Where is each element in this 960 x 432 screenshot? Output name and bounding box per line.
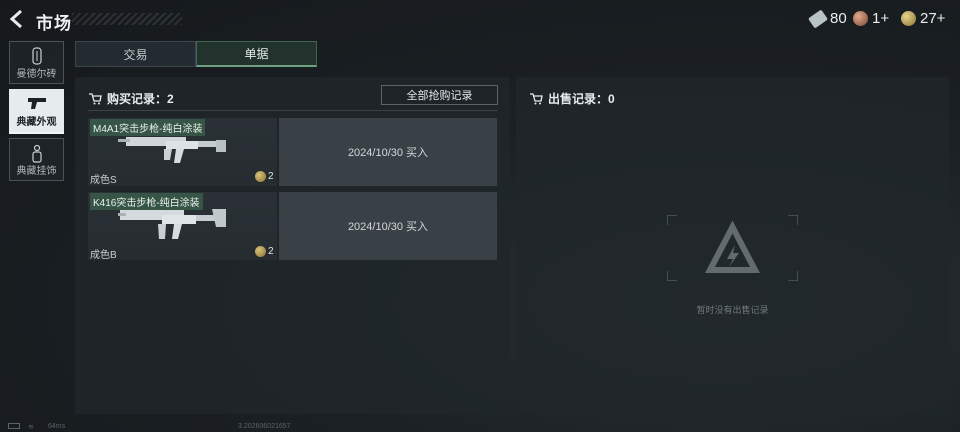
empty-state-logo-icon [667, 215, 798, 281]
sidebar-item-collection-skin[interactable]: 典藏外观 [9, 89, 64, 132]
back-arrow-icon[interactable] [8, 9, 26, 29]
purchase-header: 购买记录：2 [89, 90, 174, 107]
ping-text: 64ms [48, 423, 66, 430]
battery-icon [8, 423, 20, 429]
sidebar-item-label: 典藏外观 [16, 117, 57, 128]
record-date: 2024/10/30 买入 [279, 118, 497, 186]
sidebar-item-brick[interactable]: 曼德尔砖 [9, 41, 64, 84]
all-snipe-records-button[interactable]: 全部抢购记录 [381, 85, 498, 105]
currency-value: 1+ [872, 10, 890, 27]
cart-icon [530, 92, 543, 104]
sales-header: 出售记录：0 [530, 90, 615, 107]
record-item-name: K416突击步枪-纯白涂装 [90, 193, 203, 210]
coin-icon [255, 246, 266, 257]
status-bar: ≋ 64ms 3.202606021657 [0, 423, 960, 432]
price-value: 2 [268, 246, 274, 257]
title-decoration [72, 13, 182, 25]
tab-trade[interactable]: 交易 [75, 41, 196, 67]
currency-gold[interactable]: 27+ [901, 10, 945, 27]
record-date: 2024/10/30 买入 [279, 192, 497, 260]
brick-icon [31, 47, 42, 65]
record-item-grade: 成色B [90, 250, 117, 261]
page-title: 市场 [36, 14, 72, 33]
currency-bronze[interactable]: 1+ [853, 10, 889, 27]
ticket-icon [808, 8, 828, 29]
currency-value: 27+ [920, 10, 946, 27]
active-indicator [9, 132, 64, 134]
pistol-icon [27, 98, 46, 109]
charm-icon [31, 144, 42, 163]
record-item-price: 2 [255, 171, 274, 182]
divider [88, 110, 498, 111]
tab-orders[interactable]: 单据 [196, 41, 317, 67]
build-number: 3.202606021657 [238, 423, 291, 430]
cart-icon [89, 92, 102, 104]
wifi-icon: ≋ [28, 424, 34, 431]
empty-state-text: 暂时没有出售记录 [696, 305, 769, 315]
currency-ticket[interactable]: 80 [808, 8, 847, 29]
sales-count: 出售记录：0 [548, 92, 615, 106]
coin-icon [255, 171, 266, 182]
purchase-count: 购买记录：2 [107, 92, 174, 106]
sidebar-item-charm[interactable]: 典藏挂饰 [9, 138, 64, 181]
rifle-image [118, 137, 226, 163]
coin-gold-icon [901, 11, 916, 26]
coin-bronze-icon [853, 11, 868, 26]
record-item-grade: 成色S [90, 175, 117, 186]
record-item-price: 2 [255, 246, 274, 257]
record-item-name: M4A1突击步枪-纯白涂装 [90, 119, 206, 136]
price-value: 2 [268, 171, 274, 182]
currency-value: 80 [830, 10, 847, 27]
